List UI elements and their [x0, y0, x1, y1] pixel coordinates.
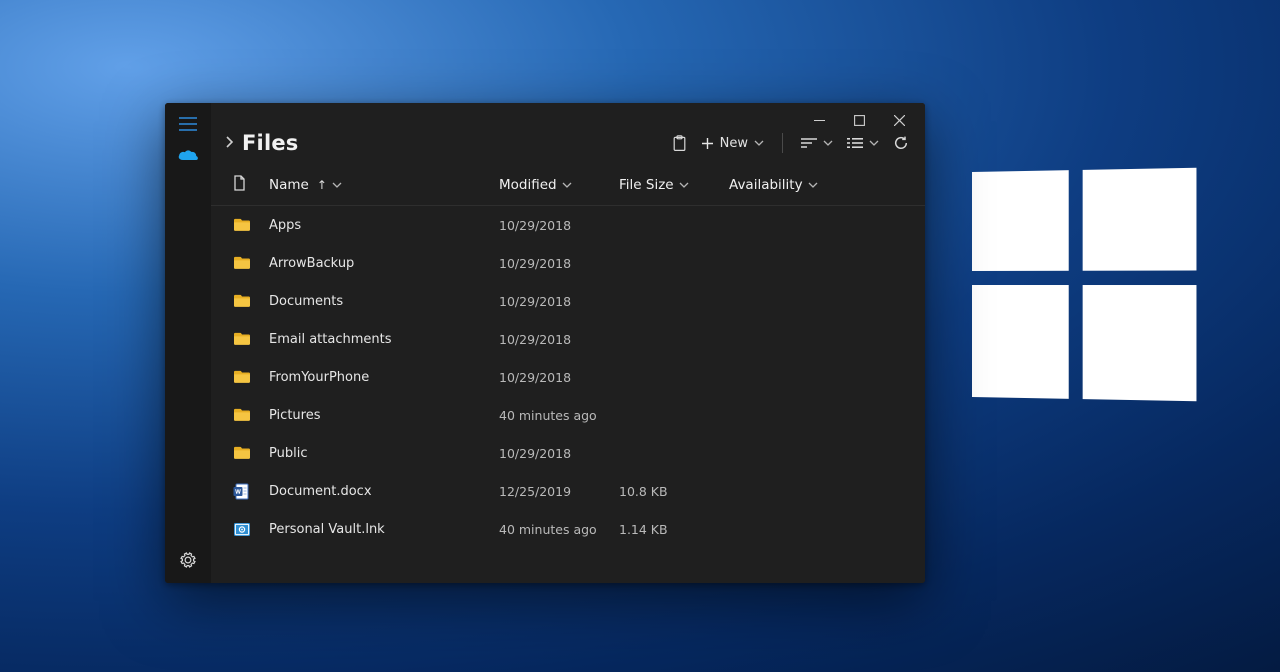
- toolbar: New: [672, 133, 909, 153]
- settings-gear-icon[interactable]: [179, 551, 197, 569]
- sort-asc-icon: ↑: [317, 178, 327, 192]
- col-modified[interactable]: Modified: [499, 177, 619, 193]
- table-row[interactable]: Public10/29/2018: [211, 434, 925, 472]
- table-row[interactable]: FromYourPhone10/29/2018: [211, 358, 925, 396]
- file-modified: 40 minutes ago: [499, 408, 619, 423]
- file-size: 1.14 KB: [619, 522, 729, 537]
- chevron-down-icon: [332, 182, 342, 189]
- file-modified: 40 minutes ago: [499, 522, 619, 537]
- toolbar-separator: [782, 133, 783, 153]
- file-name: Pictures: [269, 408, 499, 423]
- chevron-right-icon: [225, 134, 234, 153]
- folder-icon: [233, 331, 269, 348]
- file-list: Apps10/29/2018ArrowBackup10/29/2018Docum…: [211, 206, 925, 583]
- folder-icon: [233, 445, 269, 462]
- paste-button[interactable]: [672, 135, 687, 152]
- file-name: Documents: [269, 294, 499, 309]
- table-row[interactable]: ArrowBackup10/29/2018: [211, 244, 925, 282]
- windows-logo-icon: [972, 168, 1196, 402]
- chevron-down-icon: [754, 140, 764, 147]
- plus-icon: [701, 137, 714, 150]
- file-name: Personal Vault.lnk: [269, 522, 499, 537]
- file-name: Email attachments: [269, 332, 499, 347]
- folder-icon: [233, 407, 269, 424]
- file-modified: 10/29/2018: [499, 218, 619, 233]
- file-name: Document.docx: [269, 484, 499, 499]
- table-row[interactable]: Email attachments10/29/2018: [211, 320, 925, 358]
- file-modified: 10/29/2018: [499, 370, 619, 385]
- chevron-down-icon: [562, 182, 572, 189]
- chevron-down-icon: [679, 182, 689, 189]
- folder-icon: [233, 369, 269, 386]
- table-row[interactable]: Document.docx12/25/201910.8 KB: [211, 472, 925, 510]
- view-button[interactable]: [847, 137, 879, 149]
- file-modified: 10/29/2018: [499, 294, 619, 309]
- select-all-column-icon[interactable]: [233, 175, 269, 195]
- col-name[interactable]: Name ↑: [269, 177, 499, 193]
- file-name: ArrowBackup: [269, 256, 499, 271]
- refresh-button[interactable]: [893, 135, 909, 151]
- vault-icon: [233, 521, 269, 538]
- refresh-icon: [893, 135, 909, 151]
- nav-rail: [165, 103, 211, 583]
- list-view-icon: [847, 137, 863, 149]
- file-modified: 12/25/2019: [499, 484, 619, 499]
- col-size[interactable]: File Size: [619, 177, 729, 193]
- chevron-down-icon: [869, 140, 879, 147]
- column-headers: Name ↑ Modified File Size Availability: [211, 163, 925, 206]
- table-row[interactable]: Pictures40 minutes ago: [211, 396, 925, 434]
- page-title: Files: [242, 131, 298, 155]
- file-modified: 10/29/2018: [499, 256, 619, 271]
- hamburger-icon[interactable]: [179, 117, 197, 131]
- main-panel: Files New: [211, 103, 925, 583]
- folder-icon: [233, 255, 269, 272]
- file-modified: 10/29/2018: [499, 332, 619, 347]
- file-name: Public: [269, 446, 499, 461]
- table-row[interactable]: Personal Vault.lnk40 minutes ago1.14 KB: [211, 510, 925, 548]
- col-availability[interactable]: Availability: [729, 177, 903, 193]
- table-row[interactable]: Apps10/29/2018: [211, 206, 925, 244]
- new-button[interactable]: New: [701, 136, 764, 151]
- file-size: 10.8 KB: [619, 484, 729, 499]
- sort-button[interactable]: [801, 137, 833, 149]
- folder-icon: [233, 293, 269, 310]
- file-name: Apps: [269, 218, 499, 233]
- chevron-down-icon: [823, 140, 833, 147]
- onedrive-icon[interactable]: [177, 149, 199, 163]
- folder-icon: [233, 217, 269, 234]
- new-button-label: New: [720, 136, 748, 151]
- table-row[interactable]: Documents10/29/2018: [211, 282, 925, 320]
- file-name: FromYourPhone: [269, 370, 499, 385]
- sort-lines-icon: [801, 137, 817, 149]
- word-icon: [233, 483, 269, 500]
- file-modified: 10/29/2018: [499, 446, 619, 461]
- file-explorer-window: Files New: [165, 103, 925, 583]
- chevron-down-icon: [808, 182, 818, 189]
- breadcrumb[interactable]: Files: [225, 131, 298, 155]
